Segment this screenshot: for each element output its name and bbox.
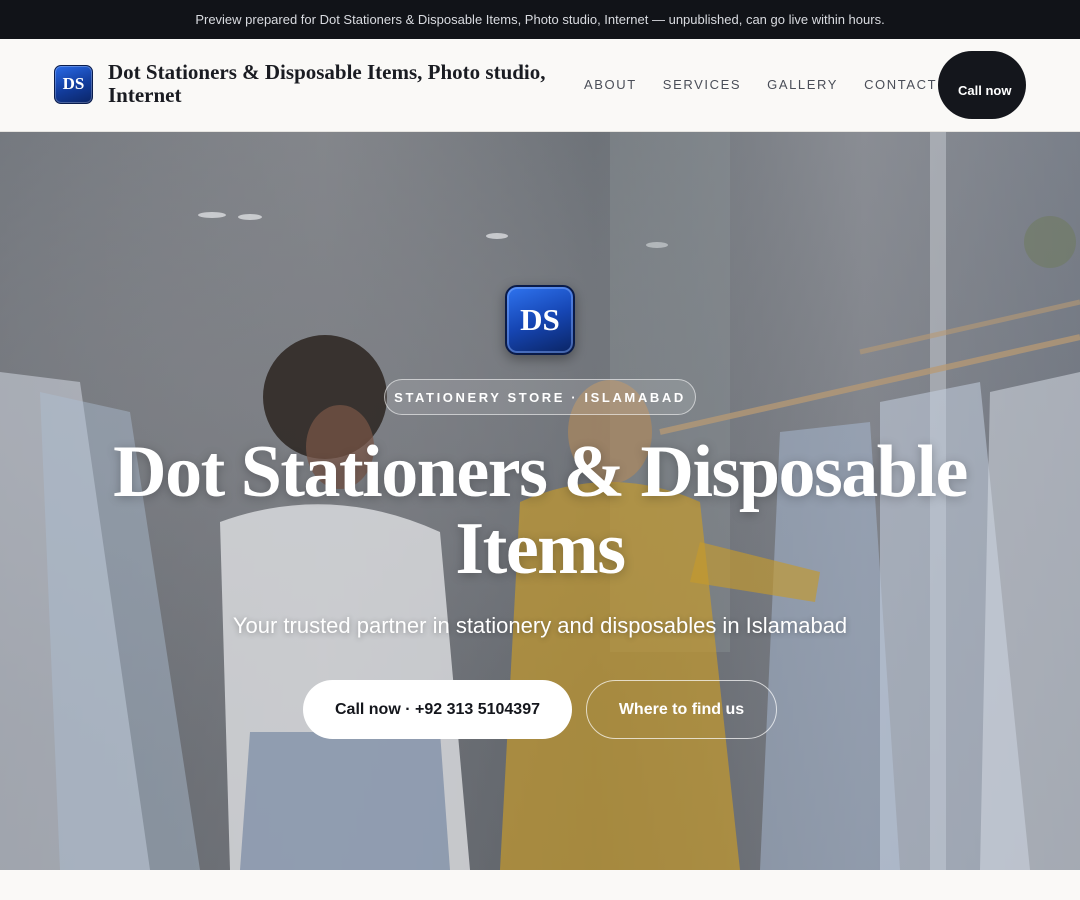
nav-gallery-link[interactable]: GALLERY xyxy=(767,77,838,92)
nav-about-link[interactable]: ABOUT xyxy=(584,77,637,92)
preview-banner: Preview prepared for Dot Stationers & Di… xyxy=(0,0,1080,39)
brand-home-link[interactable]: DS Dot Stationers & Disposable Items, Ph… xyxy=(54,61,583,107)
where-to-find-us-button[interactable]: Where to find us xyxy=(586,680,777,739)
brand-name: Dot Stationers & Disposable Items, Photo… xyxy=(108,60,546,107)
preview-banner-text: Preview prepared for Dot Stationers & Di… xyxy=(195,12,885,27)
hero-section: DS STATIONERY STORE · ISLAMABAD Dot Stat… xyxy=(0,132,1080,870)
header-call-button[interactable]: Call now xyxy=(938,51,1026,119)
call-now-button[interactable]: Call now · +92 313 5104397 xyxy=(303,680,572,739)
next-section-start xyxy=(0,870,1080,900)
brand-logo-icon: DS xyxy=(54,64,93,104)
nav-services-link[interactable]: SERVICES xyxy=(663,77,741,92)
main-nav: ABOUT SERVICES GALLERY CONTACT xyxy=(584,77,937,92)
category-badge: STATIONERY STORE · ISLAMABAD xyxy=(384,379,696,415)
hero-title: Dot Stationers & Disposable Items xyxy=(113,431,968,590)
site-header: DS Dot Stationers & Disposable Items, Ph… xyxy=(0,39,1080,132)
nav-contact-link[interactable]: CONTACT xyxy=(864,77,937,92)
hero-subtitle: Your trusted partner in stationery and d… xyxy=(232,613,848,638)
hero-logo-icon: DS xyxy=(505,285,575,355)
